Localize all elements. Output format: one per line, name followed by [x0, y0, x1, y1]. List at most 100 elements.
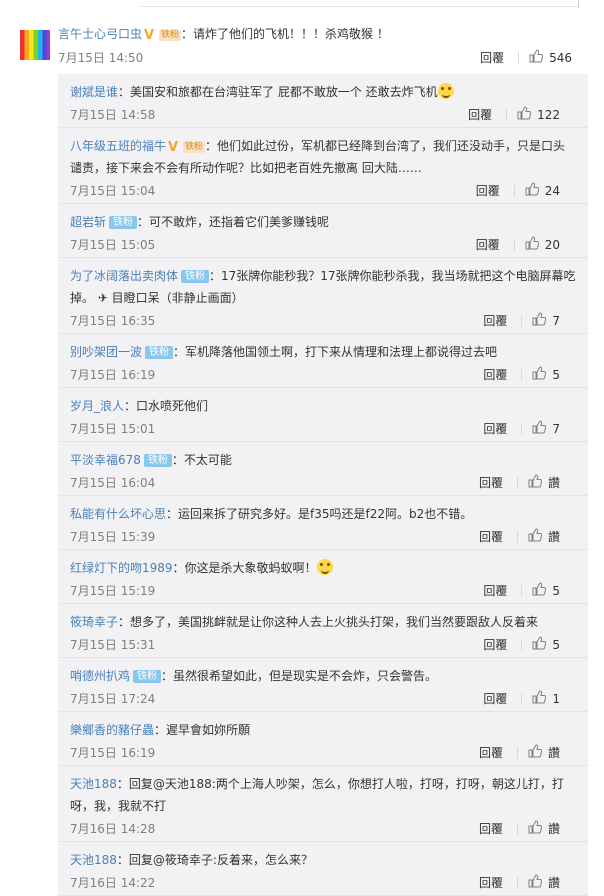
reply-username[interactable]: 超岩斩 [70, 215, 106, 229]
reply-username[interactable]: 平淡幸福678 [70, 453, 141, 467]
thumbs-up-icon[interactable] [532, 312, 547, 326]
thumbs-up-icon[interactable] [528, 474, 542, 488]
reply-username[interactable]: 筱琦幸子 [70, 615, 118, 629]
reply-time: 7月15日 15:19 [70, 584, 156, 598]
reply-actions: 回覆 24 [476, 182, 560, 200]
thumbs-up-icon[interactable] [532, 582, 547, 596]
like-count[interactable]: 546 [549, 49, 572, 67]
fan-level-badge[interactable]: 铁粉 [145, 346, 174, 359]
thumbs-up-icon[interactable] [528, 744, 542, 758]
reply-button[interactable]: 回覆 [483, 690, 507, 708]
avatar[interactable] [20, 30, 50, 60]
fan-level-badge[interactable]: 铁粉 [143, 454, 172, 467]
like-count[interactable]: 5 [552, 366, 560, 384]
scroll-edge [578, 0, 579, 8]
reply-text: 八年级五班的福牛 V 铁粉 ：他们如此过份，军机都已经降到台湾了，我们还没动手，只是口… [70, 135, 576, 179]
reply-actions: 回覆 5 [483, 366, 560, 384]
like-count[interactable]: 讚 [548, 744, 560, 762]
reply-item: 谢斌是谁：美国安和旅都在台湾驻军了 屁都不敢放一个 还敢去炸飞机 7月15日 14… [58, 74, 588, 128]
reply-item: 哨德州扒鸡 铁粉 ：虽然很希望如此，但是现实是不会炸，只会警告。 7月15日 17:2… [58, 658, 588, 712]
thumbs-up-icon[interactable] [532, 420, 547, 434]
thumbs-up-icon[interactable] [529, 49, 544, 63]
reply-button[interactable]: 回覆 [483, 312, 507, 330]
divider [521, 423, 523, 435]
fan-badge[interactable]: 铁粉 [159, 30, 182, 41]
reply-text: 私能有什么坏心思：运回来拆了研究多好。是f35吗还是f22阿。b2也不错。 [70, 503, 576, 525]
reply-button[interactable]: 回覆 [479, 528, 503, 546]
reply-time: 7月16日 14:22 [70, 876, 156, 890]
reply-button[interactable]: 回覆 [468, 106, 492, 124]
fan-badge[interactable]: 铁粉 [183, 142, 206, 153]
reply-username[interactable]: 天池188 [70, 777, 117, 791]
divider [516, 823, 518, 835]
reply-body: ：回复@天池188:两个上海人吵架，怎么，你想打人啦，打呀，打呀，朝这儿打，打呀… [70, 777, 564, 813]
reply-username[interactable]: 为了冰阔落出卖肉体 [70, 269, 178, 283]
thumbs-up-icon[interactable] [528, 820, 542, 834]
like-count[interactable]: 讚 [548, 528, 560, 546]
reply-item: 天池188：回复@筱琦幸子:反着来，怎么来？ 7月16日 14:22 回覆 讚 [58, 842, 588, 896]
like-count[interactable]: 1 [552, 690, 560, 708]
reply-actions: 回覆 20 [476, 236, 560, 254]
reply-text: 为了冰阔落出卖肉体 铁粉 ：17张牌你能秒我？17张牌你能秒杀我，我当场就把这个电脑… [70, 265, 576, 309]
reply-username[interactable]: 樂鄉香的豬仔蟲 [70, 723, 154, 737]
thumbs-up-icon[interactable] [528, 874, 542, 888]
like-count[interactable]: 20 [545, 236, 560, 254]
like-count[interactable]: 讚 [548, 874, 560, 892]
reply-button[interactable]: 回覆 [476, 182, 500, 200]
divider [516, 531, 518, 543]
reply-meta: 7月15日 16:19 回覆 讚 [70, 741, 576, 765]
like-count[interactable]: 7 [552, 420, 560, 438]
reply-username[interactable]: 八年级五班的福牛 [70, 139, 166, 153]
fan-level-badge[interactable]: 铁粉 [181, 270, 210, 283]
thumbs-up-icon[interactable] [517, 106, 532, 120]
thumbs-up-icon[interactable] [532, 366, 547, 380]
divider-line [140, 6, 580, 7]
reply-button[interactable]: 回覆 [479, 820, 503, 838]
commenter-username[interactable]: 言午士心弓口虫 [58, 27, 142, 41]
like-count[interactable]: 5 [552, 636, 560, 654]
thumbs-up-icon[interactable] [525, 236, 539, 250]
reply-text: 天池188：回复@天池188:两个上海人吵架，怎么，你想打人啦，打呀，打呀，朝这… [70, 773, 576, 817]
fan-level-badge[interactable]: 铁粉 [109, 216, 138, 229]
reply-username[interactable]: 岁月_浪人 [70, 399, 124, 413]
like-count[interactable]: 讚 [548, 820, 560, 838]
reply-username[interactable]: 哨德州扒鸡 [70, 669, 130, 683]
reply-time: 7月15日 15:39 [70, 530, 156, 544]
reply-meta: 7月15日 15:39 回覆 讚 [70, 525, 576, 549]
reply-button[interactable]: 回覆 [483, 366, 507, 384]
reply-time: 7月15日 14:58 [70, 108, 156, 122]
like-count[interactable]: 讚 [548, 474, 560, 492]
reply-button[interactable]: 回覆 [480, 49, 504, 67]
thumbs-up-icon[interactable] [528, 528, 542, 542]
reply-button[interactable]: 回覆 [483, 582, 507, 600]
thumbs-up-icon[interactable] [525, 182, 539, 196]
reply-button[interactable]: 回覆 [479, 874, 503, 892]
reply-meta: 7月15日 15:01 回覆 7 [70, 417, 576, 441]
previous-comment-divider [0, 0, 604, 8]
reply-button[interactable]: 回覆 [483, 420, 507, 438]
reply-username[interactable]: 天池188 [70, 853, 117, 867]
divider [521, 639, 523, 651]
reply-time: 7月15日 15:04 [70, 184, 156, 198]
reply-body: ：回复@筱琦幸子:反着来，怎么来？ [116, 853, 313, 867]
reply-username[interactable]: 谢斌是谁 [70, 85, 118, 99]
like-count[interactable]: 5 [552, 582, 560, 600]
reply-meta: 7月15日 15:04 回覆 24 [70, 179, 576, 203]
divider [516, 747, 518, 759]
thumbs-up-icon[interactable] [532, 636, 547, 650]
reply-username[interactable]: 别吵架团一波 [70, 345, 142, 359]
reply-button[interactable]: 回覆 [476, 236, 500, 254]
reply-button[interactable]: 回覆 [479, 474, 503, 492]
like-count[interactable]: 24 [545, 182, 560, 200]
reply-username[interactable]: 私能有什么坏心思 [70, 507, 166, 521]
reply-body: ：虽然很希望如此，但是现实是不会炸，只会警告。 [161, 669, 438, 683]
reply-button[interactable]: 回覆 [479, 744, 503, 762]
like-count[interactable]: 7 [552, 312, 560, 330]
fan-level-badge[interactable]: 铁粉 [133, 670, 162, 683]
reply-username[interactable]: 红绿灯下的吻1989 [70, 561, 173, 575]
thumbs-up-icon[interactable] [532, 690, 547, 704]
reply-button[interactable]: 回覆 [483, 636, 507, 654]
like-count[interactable]: 122 [537, 106, 560, 124]
reply-body: ：可不敢炸，还指着它们美爹赚钱呢 [137, 215, 330, 229]
reply-body: ：口水喷死他们 [124, 399, 209, 413]
